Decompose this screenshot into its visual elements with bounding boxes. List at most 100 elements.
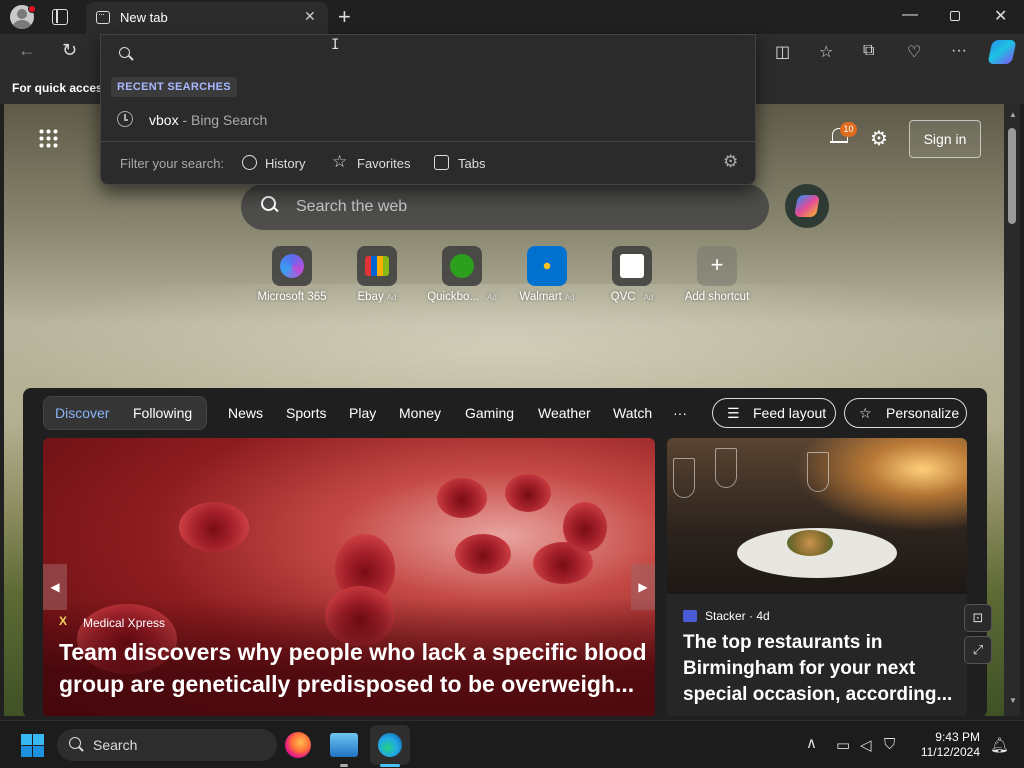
browser-essentials-heart-icon[interactable]: ♡ xyxy=(907,42,921,62)
tab-actions-icon[interactable] xyxy=(52,9,68,25)
close-tab-icon[interactable]: ✕ xyxy=(304,8,316,25)
firefox-icon[interactable] xyxy=(285,732,311,758)
feed-layout-label: Feed layout xyxy=(753,405,827,421)
shortcut-walmart[interactable]: Walmart Ad xyxy=(505,246,589,303)
title-bar: New tab ✕ + — ✕ xyxy=(0,0,1024,34)
page-scrollbar[interactable]: ▲ ▼ xyxy=(1004,104,1020,716)
filter-favorites-label: Favorites xyxy=(357,156,411,171)
network-icon[interactable]: ▭ xyxy=(836,736,850,754)
tab-new-tab[interactable]: New tab ✕ xyxy=(86,2,328,34)
scroll-down-arrow-icon[interactable]: ▼ xyxy=(1009,696,1017,705)
web-search-box[interactable] xyxy=(241,184,769,230)
story-headline[interactable]: The top restaurants in Birmingham for yo… xyxy=(683,630,961,708)
blood-cell-shape xyxy=(455,534,511,574)
wine-glass-shape xyxy=(807,452,829,492)
story-headline[interactable]: Team discovers why people who lack a spe… xyxy=(59,636,649,700)
scroll-up-arrow-icon[interactable]: ▲ xyxy=(1009,110,1017,119)
shortcut-quickbooks[interactable]: Quickbo... Ad xyxy=(420,246,504,303)
sliders-icon: ☰ xyxy=(727,405,740,421)
security-shield-icon[interactable]: ⛉ xyxy=(884,736,895,753)
story-source: Medical Xpress xyxy=(83,616,166,630)
back-arrow-icon[interactable]: ← xyxy=(18,40,36,61)
feed-tab-sports[interactable]: Sports xyxy=(286,405,326,421)
stacker-logo-icon xyxy=(683,610,697,622)
address-bar-input[interactable] xyxy=(145,41,735,67)
shortcut-label: Microsoft 365 xyxy=(257,291,327,303)
copilot-sidebar-icon[interactable] xyxy=(987,40,1017,64)
shortcut-label: Walmart xyxy=(519,291,562,303)
web-search-input[interactable] xyxy=(296,184,756,230)
recent-search-term: vbox xyxy=(149,112,179,128)
blood-cell-shape xyxy=(437,478,487,518)
new-tab-plus-icon[interactable]: + xyxy=(338,4,351,30)
close-window-icon[interactable]: ✕ xyxy=(994,6,1007,26)
refresh-icon[interactable]: ↻ xyxy=(62,40,77,61)
shortcut-label: Add shortcut xyxy=(684,291,750,303)
shortcut-tile xyxy=(527,246,567,286)
carousel-next-icon[interactable]: ▶ xyxy=(631,564,655,610)
shortcut-microsoft-365[interactable]: Microsoft 365 xyxy=(250,246,334,303)
sign-in-button[interactable]: Sign in xyxy=(909,120,981,158)
app-launcher-grid-icon[interactable] xyxy=(38,128,58,148)
scroll-thumb[interactable] xyxy=(1008,128,1016,224)
personalize-button[interactable]: ☆ Personalize xyxy=(844,398,967,428)
virtualbox-icon[interactable] xyxy=(330,733,358,757)
copilot-button[interactable] xyxy=(785,184,829,228)
feed-tab-following[interactable]: Following xyxy=(133,405,192,421)
ad-badge: Ad xyxy=(486,293,497,302)
collections-icon[interactable]: ⧉ xyxy=(863,42,874,60)
profile-status-dot xyxy=(28,5,36,13)
new-tab-page: 10 ⚙ Sign in Microsoft 365 EbayAd Quickb… xyxy=(4,104,1004,716)
main-story-card[interactable]: ◀ ▶ X Medical Xpress Team discovers why … xyxy=(43,438,655,716)
quickbooks-icon xyxy=(450,254,474,278)
notification-bell-icon[interactable]: 🔔︎ xyxy=(990,736,1009,754)
system-clock[interactable]: 9:43 PM 11/12/2024 xyxy=(918,730,980,760)
shortcut-ebay[interactable]: Ebay Ad xyxy=(335,246,419,303)
page-settings-gear-icon[interactable]: ⚙ xyxy=(870,126,888,151)
windows-start-icon[interactable] xyxy=(21,734,44,757)
filter-tabs-label: Tabs xyxy=(458,156,486,171)
shortcut-tile xyxy=(612,246,652,286)
feed-tab-watch[interactable]: Watch xyxy=(613,405,652,421)
shortcut-tile xyxy=(272,246,312,286)
chevron-up-icon[interactable]: ∧ xyxy=(806,734,817,752)
feed-tab-money[interactable]: Money xyxy=(399,405,441,421)
text-cursor-icon: I xyxy=(331,37,340,53)
more-menu-icon[interactable]: ··· xyxy=(951,42,967,60)
carousel-prev-icon[interactable]: ◀ xyxy=(43,564,67,610)
taskbar-search-box[interactable]: Search xyxy=(57,729,277,761)
history-clock-icon xyxy=(117,111,133,127)
expand-icon[interactable]: ⤢ xyxy=(964,636,992,664)
feed-more-icon[interactable]: ··· xyxy=(673,405,687,421)
split-screen-icon[interactable]: ◫ xyxy=(775,42,790,62)
feed-tab-discover[interactable]: Discover xyxy=(55,405,109,421)
minimize-icon[interactable]: — xyxy=(902,6,918,24)
feed-tab-news[interactable]: News xyxy=(228,405,263,421)
search-settings-gear-icon[interactable]: ⚙ xyxy=(723,152,738,172)
sparkle-star-icon: ☆ xyxy=(859,405,872,421)
volume-muted-icon[interactable]: ◁ xyxy=(860,736,872,754)
active-indicator xyxy=(380,764,400,767)
clock-time: 9:43 PM xyxy=(935,730,980,744)
side-story-card[interactable]: Stacker · 4d The top restaurants in Birm… xyxy=(667,438,967,716)
feed-tab-weather[interactable]: Weather xyxy=(538,405,591,421)
search-icon xyxy=(69,737,84,752)
recent-searches-label: RECENT SEARCHES xyxy=(111,77,237,97)
shortcut-tile xyxy=(357,246,397,286)
feed-tab-gaming[interactable]: Gaming xyxy=(465,405,514,421)
notification-badge: 10 xyxy=(840,122,857,137)
ebay-bag-icon xyxy=(365,256,389,276)
restaurant-photo xyxy=(667,438,967,594)
shortcut-qvc[interactable]: QVC Ad xyxy=(590,246,674,303)
blood-cell-shape xyxy=(179,502,249,552)
feed-tab-play[interactable]: Play xyxy=(349,405,376,421)
feed-layout-button[interactable]: ☰ Feed layout xyxy=(712,398,836,428)
edge-icon xyxy=(378,733,402,757)
favorites-star-icon[interactable]: ☆ xyxy=(819,42,833,62)
qvc-logo-icon xyxy=(620,254,644,278)
tab-title: New tab xyxy=(120,10,168,25)
maximize-icon[interactable] xyxy=(950,11,960,21)
background-image-icon[interactable]: ⊡ xyxy=(964,604,992,632)
ad-badge: Ad xyxy=(564,293,575,302)
shortcut-add[interactable]: + Add shortcut xyxy=(675,246,759,303)
